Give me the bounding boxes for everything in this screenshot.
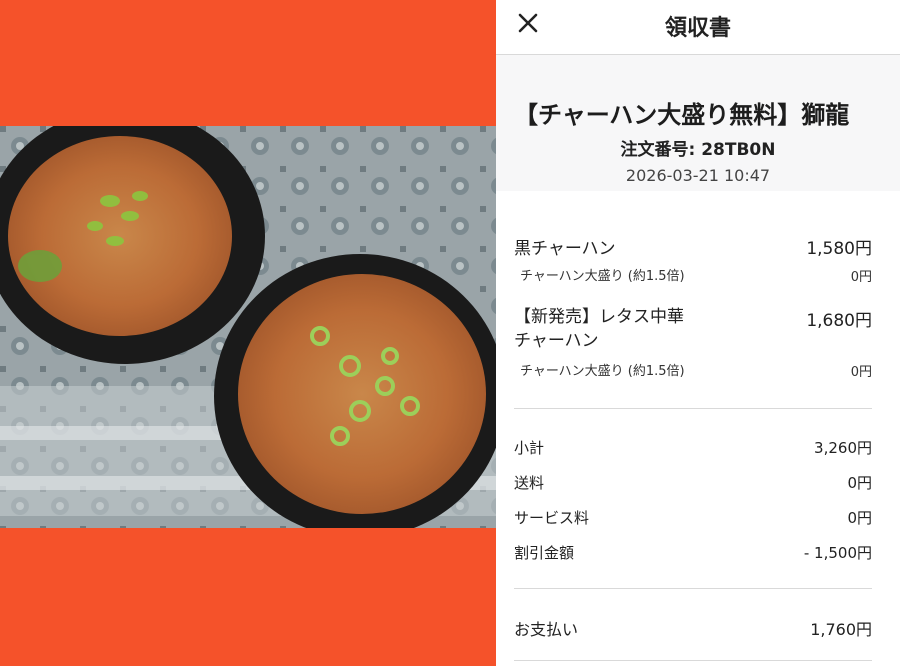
photo-panel (0, 0, 496, 666)
divider (514, 588, 872, 589)
store-name: 【チャーハン大盛り無料】獅龍 (514, 101, 850, 129)
discount-label: 割引金額 (514, 544, 575, 562)
item-price: 1,580円 (806, 239, 872, 259)
divider (514, 408, 872, 409)
item-name-line2: チャーハン (514, 331, 599, 351)
divider (514, 660, 872, 661)
receipt-header: 領収書 (496, 0, 900, 55)
item-option: チャーハン大盛り (約1.5倍) (520, 269, 685, 284)
item-price: 1,680円 (806, 311, 872, 331)
food-photo (0, 126, 496, 528)
order-number: 注文番号: 28TB0N (496, 135, 900, 160)
item-option-price: 0円 (850, 365, 872, 380)
order-number-value: 28TB0N (701, 140, 776, 160)
order-number-label: 注文番号: (620, 140, 696, 160)
receipt-panel: 領収書 【チャーハン大盛り無料】獅龍 注文番号: 28TB0N 2026-03-… (496, 0, 900, 666)
payment-amount: 1,760円 (810, 620, 872, 639)
service-fee-label: サービス料 (514, 509, 590, 527)
page-title: 領収書 (664, 16, 731, 41)
discount-value: - 1,500円 (803, 544, 872, 562)
item-name: 黒チャーハン (514, 239, 616, 259)
item-name: 【新発売】レタス中華 チャーハン (514, 305, 734, 353)
order-datetime: 2026-03-21 10:47 (625, 166, 771, 185)
delivery-fee-value: 0円 (847, 474, 872, 492)
service-fee-value: 0円 (847, 509, 872, 527)
delivery-fee-label: 送料 (514, 474, 545, 492)
order-info: 【チャーハン大盛り無料】獅龍 注文番号: 28TB0N 2026-03-21 1… (496, 55, 900, 191)
item-option-price: 0円 (850, 270, 872, 285)
item-name-line1: 【新発売】レタス中華 (514, 307, 684, 327)
payment-label: お支払い (514, 620, 579, 639)
subtotal-label: 小計 (514, 439, 545, 457)
subtotal-value: 3,260円 (814, 439, 872, 457)
item-option: チャーハン大盛り (約1.5倍) (520, 364, 685, 379)
fried-rice-bowls-image (0, 126, 496, 528)
